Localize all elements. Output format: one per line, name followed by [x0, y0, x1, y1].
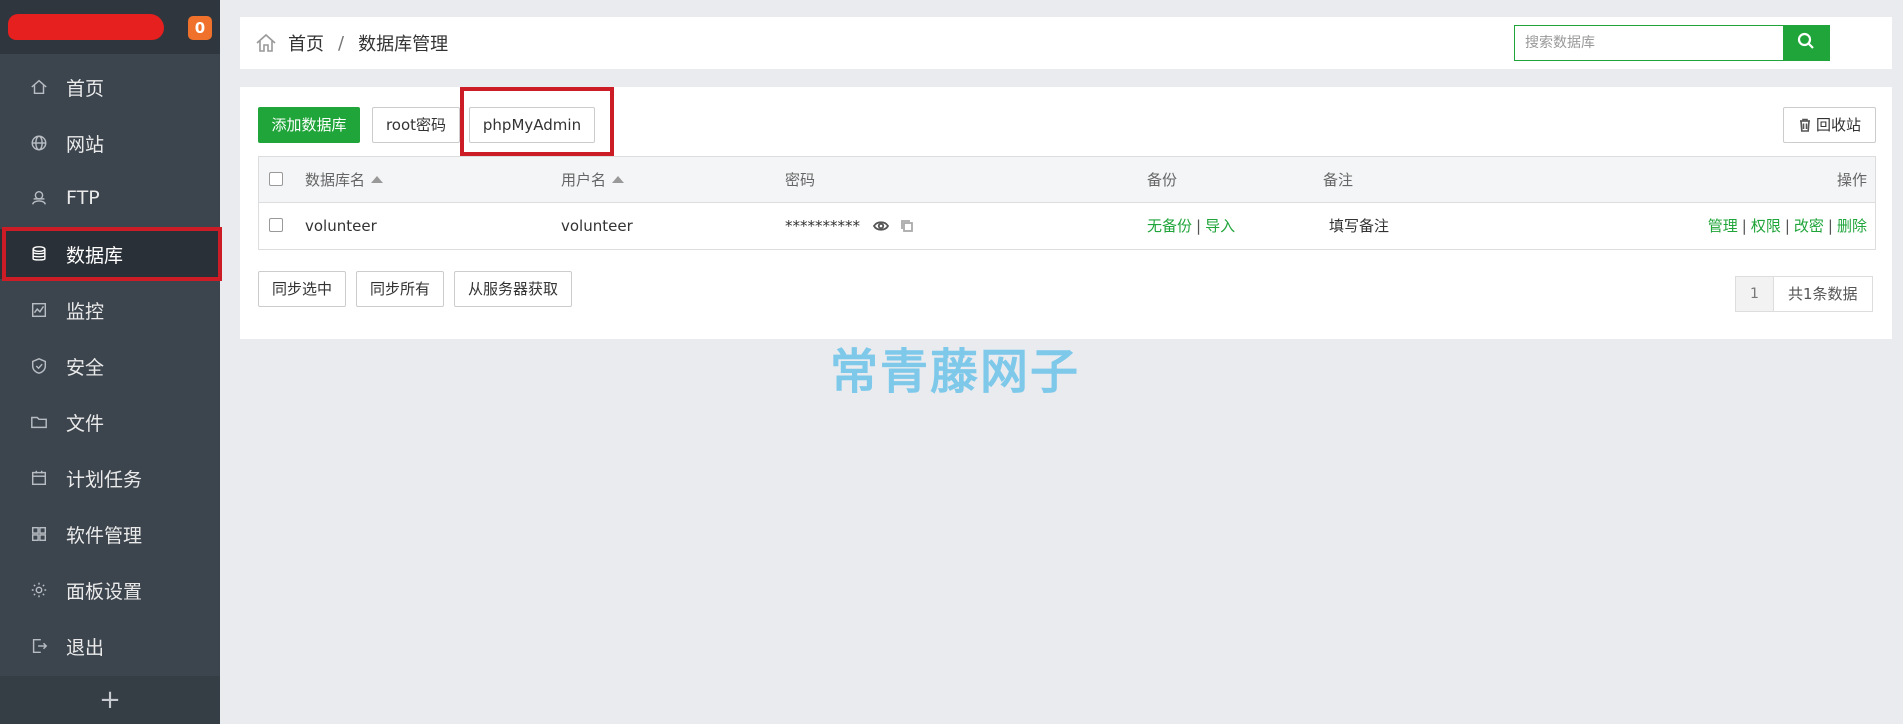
- separator: |: [1827, 217, 1833, 235]
- globe-icon: [28, 132, 50, 154]
- sidebar-item-label: FTP: [66, 187, 100, 209]
- row-checkbox[interactable]: [269, 218, 283, 232]
- column-header-username[interactable]: 用户名: [561, 157, 625, 203]
- eye-icon[interactable]: [872, 217, 889, 235]
- database-panel: 添加数据库 root密码 phpMyAdmin 回收站 数据库名 用户名 密码 …: [240, 87, 1892, 339]
- database-table: 数据库名 用户名 密码 备份 备注 操作 volunteer volunteer…: [258, 156, 1876, 250]
- select-all-checkbox[interactable]: [269, 172, 283, 186]
- sync-all-button[interactable]: 同步所有: [356, 271, 444, 307]
- sidebar-add-button[interactable]: +: [0, 676, 220, 724]
- column-header-label: 用户名: [561, 171, 607, 189]
- total-count: 共1条数据: [1788, 285, 1858, 303]
- add-database-button[interactable]: 添加数据库: [258, 107, 360, 143]
- sidebar-item-label: 数据库: [66, 244, 124, 267]
- search-button[interactable]: [1783, 26, 1829, 60]
- home-icon[interactable]: [254, 31, 278, 55]
- watermark: 常青藤网子: [830, 344, 1081, 400]
- header-bar: 首页 / 数据库管理: [240, 17, 1892, 69]
- home-icon: [28, 76, 50, 98]
- search-icon: [1796, 31, 1816, 55]
- import-link[interactable]: 导入: [1205, 217, 1235, 235]
- breadcrumb: 首页 / 数据库管理: [254, 17, 448, 69]
- database-icon: [28, 243, 50, 265]
- gear-icon: [28, 579, 50, 601]
- table-header: 数据库名 用户名 密码 备份 备注 操作: [259, 157, 1875, 203]
- sort-asc-icon: [612, 176, 625, 183]
- monitor-icon: [28, 299, 50, 321]
- column-header-password: 密码: [785, 171, 816, 189]
- sidebar-item-label: 监控: [66, 300, 105, 323]
- sidebar-item-label: 首页: [66, 77, 105, 100]
- sidebar-item-label: 网站: [66, 133, 105, 156]
- sidebar-item-database[interactable]: 数据库: [0, 229, 220, 279]
- separator: |: [1741, 217, 1747, 235]
- password-cell: **********: [785, 203, 914, 249]
- notification-badge[interactable]: 0: [188, 16, 212, 40]
- search-box: [1514, 25, 1830, 61]
- column-header-actions: 操作: [1836, 171, 1867, 189]
- fetch-from-server-button[interactable]: 从服务器获取: [454, 271, 572, 307]
- sidebar-item-logout[interactable]: 退出: [0, 621, 220, 671]
- column-header-backup: 备份: [1147, 171, 1178, 189]
- sidebar-item-cron[interactable]: 计划任务: [0, 453, 220, 503]
- separator: |: [1784, 217, 1790, 235]
- page-number[interactable]: 1: [1736, 277, 1774, 311]
- backup-none-link[interactable]: 无备份: [1147, 217, 1192, 235]
- db-name-cell: volunteer: [305, 217, 377, 235]
- phpmyadmin-button[interactable]: phpMyAdmin: [469, 107, 595, 143]
- remark-input[interactable]: 填写备注: [1329, 203, 1389, 249]
- column-header-db-name[interactable]: 数据库名: [305, 157, 384, 203]
- permission-link[interactable]: 权限: [1751, 217, 1781, 235]
- actions-cell: 管理 | 权限 | 改密 | 删除: [1708, 203, 1867, 249]
- sidebar-item-monitor[interactable]: 监控: [0, 285, 220, 335]
- copy-icon[interactable]: [900, 217, 914, 235]
- manage-link[interactable]: 管理: [1708, 217, 1738, 235]
- sidebar-item-label: 软件管理: [66, 524, 143, 547]
- sidebar-item-settings[interactable]: 面板设置: [0, 565, 220, 615]
- column-header-label: 数据库名: [305, 171, 366, 189]
- column-header-remark: 备注: [1323, 171, 1354, 189]
- sidebar-header: 0: [0, 0, 220, 54]
- delete-link[interactable]: 删除: [1837, 217, 1867, 235]
- recycle-bin-label: 回收站: [1815, 116, 1861, 134]
- root-password-button[interactable]: root密码: [372, 107, 460, 143]
- sidebar-item-label: 面板设置: [66, 580, 143, 603]
- sidebar-item-home[interactable]: 首页: [0, 62, 220, 112]
- username-cell: volunteer: [561, 217, 633, 235]
- sync-selected-button[interactable]: 同步选中: [258, 271, 346, 307]
- folder-icon: [28, 411, 50, 433]
- calendar-icon: [28, 467, 50, 489]
- shield-icon: [28, 355, 50, 377]
- backup-cell: 无备份 | 导入: [1147, 203, 1235, 249]
- sidebar-item-label: 安全: [66, 356, 105, 379]
- trash-icon: [1798, 116, 1816, 134]
- table-row: volunteer volunteer ********** 无备份 | 导入 填写…: [259, 203, 1875, 249]
- recycle-bin-button[interactable]: 回收站: [1783, 107, 1876, 143]
- ftp-icon: [28, 187, 50, 209]
- search-input[interactable]: [1515, 26, 1783, 60]
- sidebar-item-label: 退出: [66, 636, 105, 659]
- user-name-redacted[interactable]: [8, 14, 164, 40]
- breadcrumb-current: 数据库管理: [358, 34, 449, 55]
- sidebar-item-label: 计划任务: [66, 468, 143, 491]
- sidebar: 0 首页 网站 FTP 数据库 监控 安全 文件 计划任务 软件管理 面板设置: [0, 0, 220, 724]
- change-password-link[interactable]: 改密: [1794, 217, 1824, 235]
- apps-icon: [28, 523, 50, 545]
- breadcrumb-home[interactable]: 首页: [288, 30, 324, 56]
- logout-icon: [28, 635, 50, 657]
- sidebar-item-security[interactable]: 安全: [0, 341, 220, 391]
- sidebar-item-software[interactable]: 软件管理: [0, 509, 220, 559]
- pagination: 1 共1条数据: [1735, 276, 1873, 312]
- sidebar-item-label: 文件: [66, 412, 105, 435]
- password-masked: **********: [785, 217, 860, 235]
- sidebar-item-files[interactable]: 文件: [0, 397, 220, 447]
- separator: |: [1196, 217, 1202, 235]
- sidebar-item-website[interactable]: 网站: [0, 118, 220, 168]
- breadcrumb-separator: /: [338, 32, 345, 54]
- sort-asc-icon: [371, 176, 384, 183]
- sidebar-item-ftp[interactable]: FTP: [0, 173, 220, 223]
